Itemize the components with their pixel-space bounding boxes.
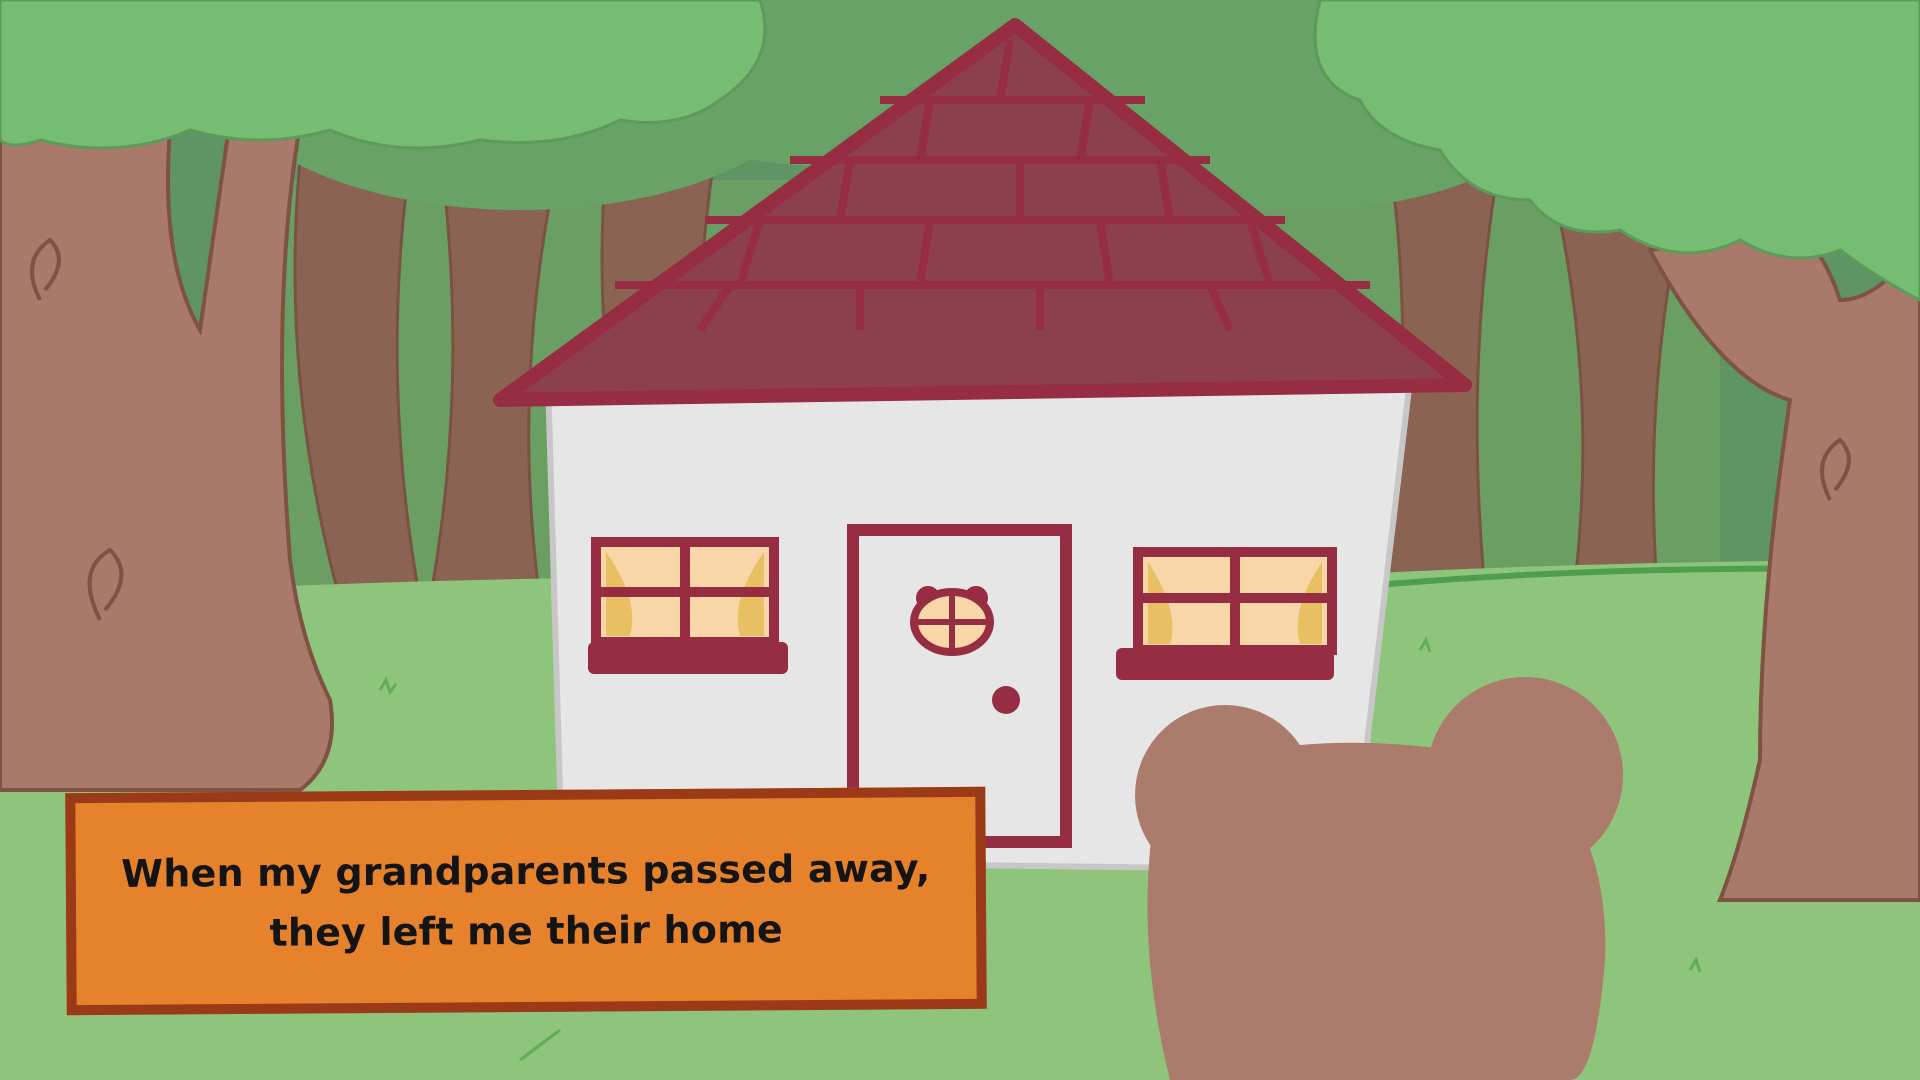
- bear-door-window: [910, 586, 994, 656]
- door-knob: [992, 686, 1020, 714]
- dialog-box[interactable]: When my grandparents passed away, they l…: [65, 786, 987, 1016]
- left-tree: [0, 117, 334, 792]
- right-window: [1116, 547, 1337, 680]
- dialog-text: When my grandparents passed away, they l…: [121, 846, 931, 955]
- left-window: [588, 537, 788, 674]
- game-scene: When my grandparents passed away, they l…: [0, 0, 1920, 1080]
